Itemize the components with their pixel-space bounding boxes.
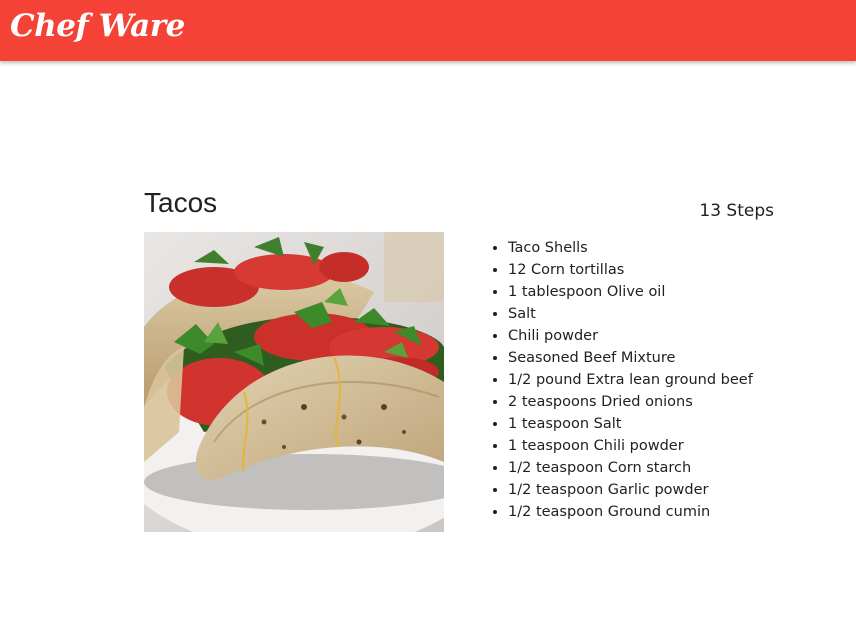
ingredient-list: Taco Shells 12 Corn tortillas 1 tablespo… xyxy=(490,237,753,523)
list-item: 1 tablespoon Olive oil xyxy=(508,281,753,303)
list-item: Seasoned Beef Mixture xyxy=(508,347,753,369)
recipe-card: Tacos 13 Steps • Taco Shells • 12 Corn t… xyxy=(144,180,776,540)
list-item: Taco Shells xyxy=(508,237,753,259)
steps-count: 13 Steps xyxy=(699,201,774,221)
list-item: Salt xyxy=(508,303,753,325)
top-app-bar: Chef Ware xyxy=(0,0,856,61)
list-item: 1 teaspoon Salt xyxy=(508,413,753,435)
recipe-title: Tacos xyxy=(144,187,218,218)
brand-logo[interactable]: Chef Ware xyxy=(10,6,185,46)
list-item: Chili powder xyxy=(508,325,753,347)
list-item: 1/2 pound Extra lean ground beef xyxy=(508,369,753,391)
recipe-photo xyxy=(144,232,444,532)
list-item: 12 Corn tortillas xyxy=(508,259,753,281)
list-item: 1 teaspoon Chili powder xyxy=(508,435,753,457)
list-item: 2 teaspoons Dried onions xyxy=(508,391,753,413)
list-item: 1/2 teaspoon Garlic powder xyxy=(508,479,753,501)
list-item: 1/2 teaspoon Corn starch xyxy=(508,457,753,479)
list-item: 1/2 teaspoon Ground cumin xyxy=(508,501,753,523)
